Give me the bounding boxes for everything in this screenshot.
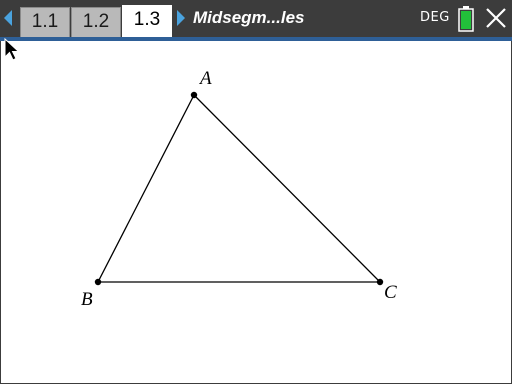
point-a[interactable] [190, 91, 198, 99]
point-c[interactable] [376, 278, 384, 286]
document-title: Midsegm...les [193, 8, 305, 27]
mouse-pointer-icon [4, 38, 20, 61]
point-b-label: B [81, 289, 93, 310]
point-c-label: C [384, 282, 397, 303]
point-a-label: A [198, 68, 212, 89]
angle-mode-indicator: DEG [420, 10, 450, 25]
document-toolbar: 1.1 1.2 1.3 Midsegm...les DEG [0, 0, 512, 41]
triangle-right-icon[interactable] [177, 10, 185, 26]
tab-1-3[interactable]: 1.3 [122, 5, 172, 41]
triangle-left-icon[interactable] [4, 10, 12, 26]
tab-1-1[interactable]: 1.1 [20, 7, 70, 37]
close-icon[interactable] [484, 6, 508, 30]
point-b[interactable] [94, 278, 102, 286]
triangle-abc[interactable] [96, 93, 382, 283]
frame-left-edge [0, 41, 1, 384]
battery-icon [458, 6, 474, 32]
geometry-canvas[interactable]: A B C [0, 41, 512, 384]
calculator-screen: 1.1 1.2 1.3 Midsegm...les DEG A B C [0, 0, 512, 384]
tab-1-2[interactable]: 1.2 [71, 7, 121, 37]
